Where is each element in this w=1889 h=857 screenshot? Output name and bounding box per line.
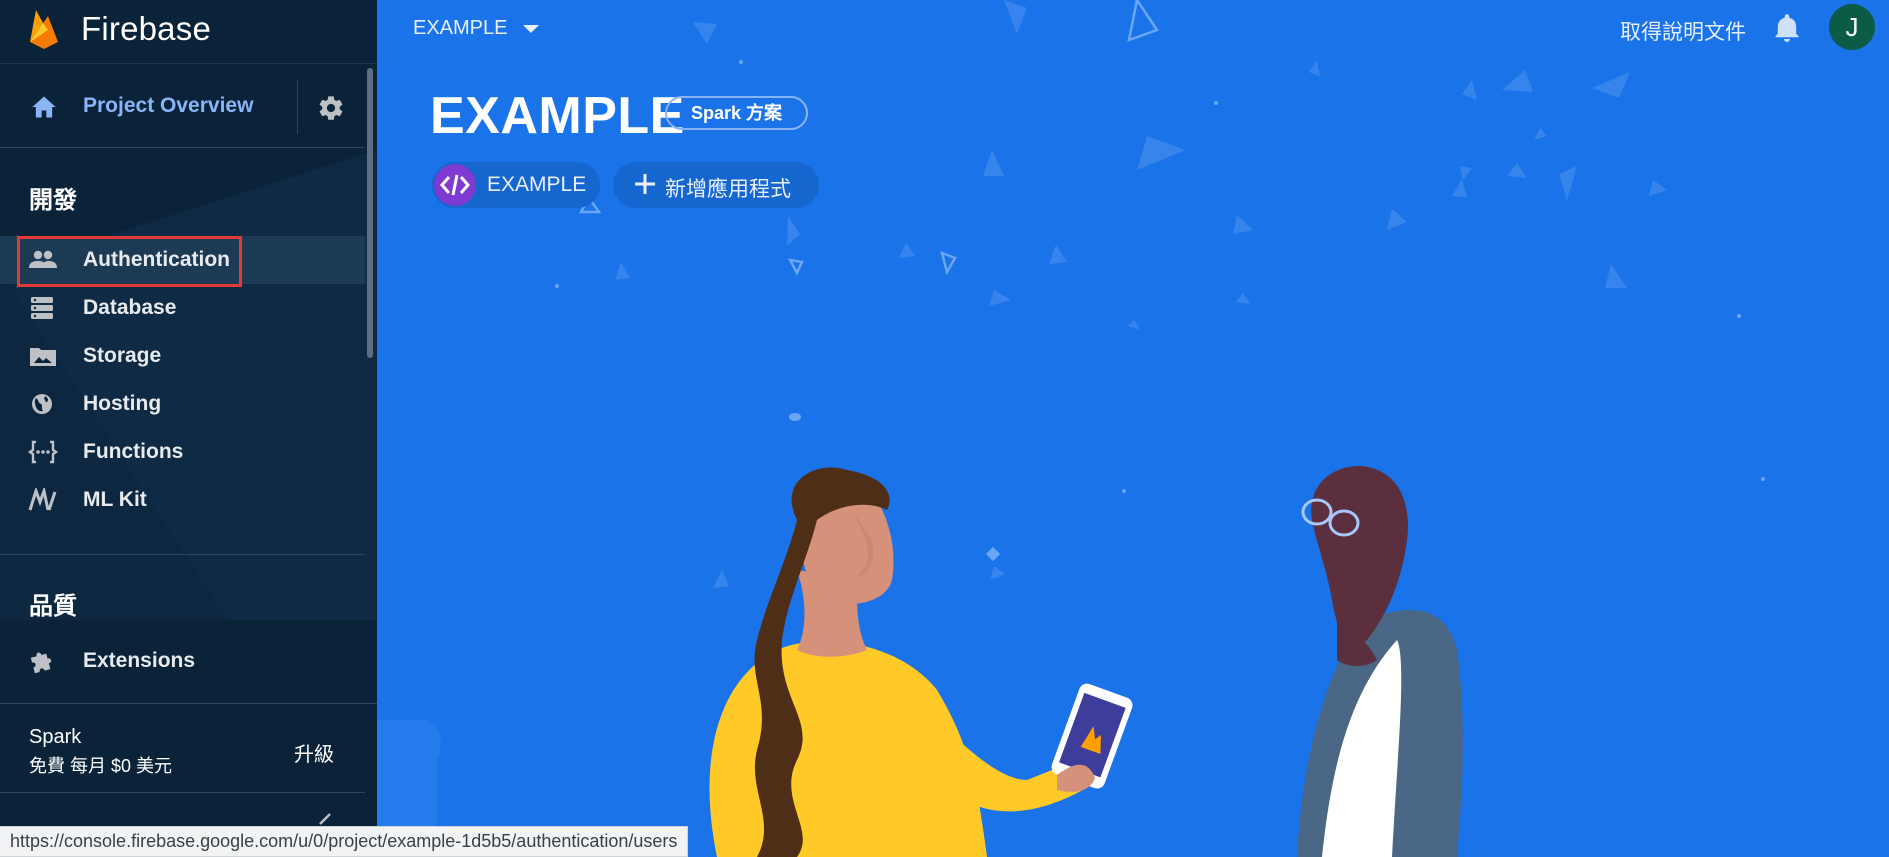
sidebar-scrollbar[interactable] — [367, 68, 373, 358]
section-divider — [0, 554, 365, 555]
firebase-logo-icon — [30, 10, 58, 49]
nav-item-ml-kit[interactable]: ML Kit — [0, 476, 365, 524]
nav-item-label: Database — [83, 296, 177, 319]
web-app-badge — [434, 164, 476, 206]
plus-icon — [635, 174, 655, 194]
puzzle-piece-icon — [30, 652, 52, 673]
nav-item-label: Functions — [83, 440, 184, 463]
app-chip[interactable]: EXAMPLE — [432, 162, 600, 208]
overview-divider — [297, 80, 298, 134]
upgrade-button[interactable]: 升級 — [294, 738, 334, 767]
highlight-annotation-box — [17, 236, 242, 287]
nav-item-extensions[interactable]: Extensions — [0, 637, 365, 685]
sidebar: Firebase Project Overview 開發 Authenticat… — [0, 0, 377, 857]
plan-bottom-divider — [0, 792, 365, 793]
nav-item-database[interactable]: Database — [0, 284, 365, 332]
brand-name: Firebase — [81, 10, 211, 47]
user-avatar[interactable]: J — [1829, 4, 1875, 50]
nav-item-storage[interactable]: Storage — [0, 332, 365, 380]
globe-icon — [32, 394, 52, 414]
main-content: EXAMPLE 取得說明文件 J EXAMPLE Spark 方案 EXAMPL… — [377, 0, 1889, 857]
project-overview-row: Project Overview — [0, 64, 365, 148]
nav-item-hosting[interactable]: Hosting — [0, 380, 365, 428]
plan-badge[interactable]: Spark 方案 — [665, 96, 809, 130]
project-selector[interactable]: EXAMPLE — [413, 17, 507, 40]
page-title: EXAMPLE — [430, 87, 685, 145]
functions-icon — [28, 440, 58, 464]
add-app-button[interactable]: 新增應用程式 — [613, 162, 819, 208]
plan-panel: Spark 免費 每月 $0 美元 升級 — [0, 703, 377, 793]
code-brackets-icon — [440, 174, 470, 196]
nav-item-label: Storage — [83, 344, 162, 367]
app-chip-label: EXAMPLE — [487, 173, 587, 196]
plan-name: Spark — [29, 726, 82, 748]
folder-image-icon — [30, 348, 56, 366]
collapse-chevron-icon[interactable] — [316, 812, 338, 826]
settings-gear-icon[interactable] — [317, 94, 345, 122]
status-bar-url: https://console.firebase.google.com/u/0/… — [0, 826, 689, 857]
notification-bell-icon[interactable] — [1773, 13, 1801, 43]
docs-link[interactable]: 取得說明文件 — [1620, 16, 1746, 46]
section-title-quality: 品質 — [29, 593, 77, 620]
database-icon — [31, 297, 53, 319]
project-overview-link[interactable]: Project Overview — [83, 94, 253, 118]
extensions-band: Extensions — [0, 620, 377, 702]
nav-item-label: Extensions — [83, 649, 196, 672]
ml-kit-icon — [28, 488, 57, 511]
section-title-develop: 開發 — [29, 187, 77, 214]
nav-item-functions[interactable]: Functions — [0, 428, 365, 476]
home-icon — [32, 96, 56, 118]
nav-item-label: ML Kit — [83, 488, 147, 511]
plan-price: 免費 每月 $0 美元 — [29, 756, 173, 776]
chevron-down-icon[interactable] — [523, 25, 539, 33]
nav-item-label: Hosting — [83, 392, 162, 415]
add-app-label: 新增應用程式 — [665, 178, 791, 201]
brand-header[interactable]: Firebase — [0, 0, 377, 64]
